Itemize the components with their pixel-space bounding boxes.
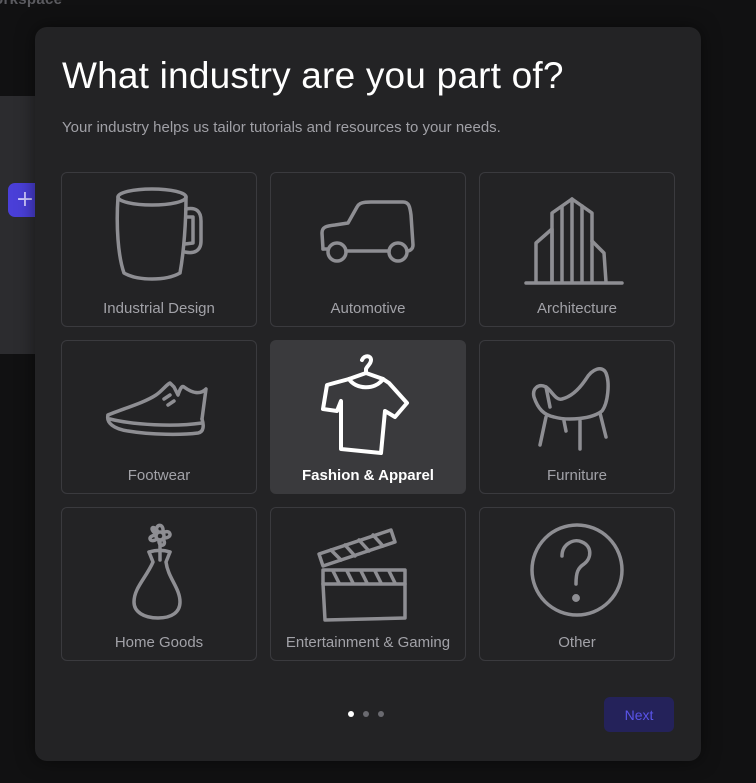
flower-vase-icon: [104, 516, 214, 626]
background-panel: [0, 96, 40, 354]
clapperboard-icon: [313, 516, 423, 626]
industry-option-label: Automotive: [330, 300, 406, 317]
industry-modal: What industry are you part of? Your indu…: [35, 27, 701, 761]
pagination-dot: [378, 711, 384, 717]
pagination-dots: [348, 711, 384, 717]
industry-option-furniture[interactable]: Furniture: [479, 340, 675, 494]
industry-option-label: Other: [558, 634, 596, 651]
industry-option-footwear[interactable]: Footwear: [61, 340, 257, 494]
industry-option-label: Home Goods: [114, 634, 204, 651]
industry-option-label: Entertainment & Gaming: [285, 634, 451, 651]
pagination-dot-active: [348, 711, 354, 717]
modal-subtitle: Your industry helps us tailor tutorials …: [62, 119, 501, 136]
pagination-dot: [363, 711, 369, 717]
question-mark-icon: [522, 516, 632, 626]
car-icon: [313, 181, 423, 291]
mug-icon: [104, 181, 214, 291]
industry-option-label: Furniture: [546, 467, 608, 484]
industry-option-architecture[interactable]: Architecture: [479, 172, 675, 327]
industry-option-industrial-design[interactable]: Industrial Design: [61, 172, 257, 327]
industry-option-other[interactable]: Other: [479, 507, 675, 661]
industry-grid: Industrial Design Automotive Architectur…: [61, 172, 675, 661]
workspace-title: orkspace: [0, 0, 62, 8]
industry-option-label: Architecture: [536, 300, 618, 317]
industry-option-automotive[interactable]: Automotive: [270, 172, 466, 327]
building-icon: [522, 181, 632, 291]
industry-option-label: Footwear: [127, 467, 191, 484]
shirt-on-hanger-icon: [313, 349, 423, 459]
industry-option-home-goods[interactable]: Home Goods: [61, 507, 257, 661]
industry-option-label: Fashion & Apparel: [302, 467, 434, 484]
industry-option-label: Industrial Design: [103, 300, 215, 317]
chair-icon: [522, 349, 632, 459]
shoe-icon: [104, 349, 214, 459]
industry-option-entertainment-gaming[interactable]: Entertainment & Gaming: [270, 507, 466, 661]
modal-title: What industry are you part of?: [62, 55, 564, 96]
industry-option-fashion-apparel[interactable]: Fashion & Apparel: [270, 340, 466, 494]
next-button[interactable]: Next: [604, 697, 674, 732]
